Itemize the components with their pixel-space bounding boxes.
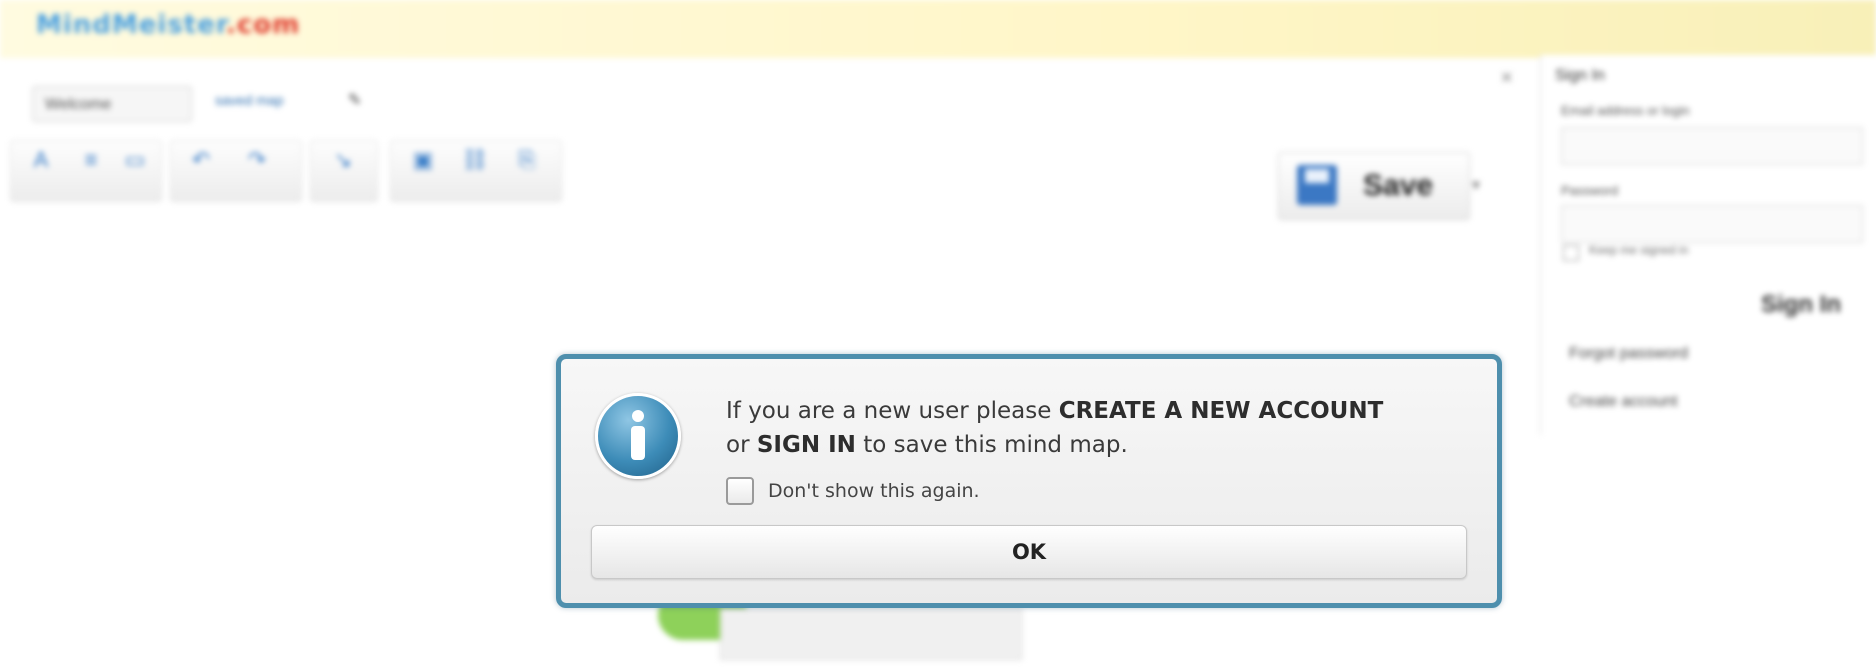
password-field[interactable]: [1561, 205, 1863, 243]
dont-show-again-label: Don't show this again.: [768, 480, 980, 502]
info-icon: [595, 393, 681, 479]
save-label: Save: [1363, 169, 1434, 202]
password-label: Password: [1561, 183, 1619, 198]
remember-label: Keep me signed in: [1589, 243, 1689, 257]
link-icon: ⛓: [461, 147, 489, 172]
connect-button[interactable]: ↘: [323, 147, 363, 173]
info-icon-dot: [632, 410, 644, 422]
size-tool[interactable]: ▭: [115, 147, 155, 173]
format-tool-group: A ≡ ▭: [10, 140, 162, 202]
ok-button[interactable]: OK: [591, 525, 1467, 579]
signin-button[interactable]: Sign In: [1761, 291, 1841, 319]
edit-icon[interactable]: ✎: [348, 90, 361, 110]
connect-tool-group: ↘: [310, 140, 378, 202]
connect-icon: ↘: [333, 147, 353, 172]
dialog-message: If you are a new user please CREATE A NE…: [726, 394, 1383, 462]
document-name-field[interactable]: Welcome: [32, 86, 192, 122]
signin-title: Sign In: [1555, 67, 1605, 84]
icon-tool[interactable]: ▣: [403, 147, 443, 173]
message-line-1: If you are a new user please CREATE A NE…: [726, 398, 1384, 424]
font-tool[interactable]: A: [21, 147, 61, 173]
size-icon: ▭: [124, 147, 146, 172]
close-icon[interactable]: ✕: [1500, 68, 1513, 88]
font-icon: A: [33, 147, 49, 172]
document-meta: saved map: [215, 92, 284, 108]
signin-panel: Sign In Email address or login Password …: [1540, 55, 1876, 435]
attachment-icon: ⎘: [518, 147, 536, 172]
redo-icon: ↷: [247, 147, 267, 172]
email-label: Email address or login: [1561, 103, 1690, 118]
link-tool[interactable]: ⛓: [455, 147, 495, 173]
sign-in-emphasis: SIGN IN: [756, 432, 856, 458]
save-button[interactable]: Save: [1278, 152, 1470, 220]
create-account-emphasis: CREATE A NEW ACCOUNT: [1058, 398, 1384, 424]
style-tool[interactable]: ≡: [71, 147, 111, 173]
app-logo: MindMeister.com: [36, 10, 301, 40]
attach-tool[interactable]: ⎘: [507, 147, 547, 173]
insert-tool-group: ▣ ⛓ ⎘: [390, 140, 562, 202]
save-icon: [1297, 165, 1337, 205]
undo-button[interactable]: ↶: [181, 147, 221, 173]
undo-tool-group: ↶ ↷: [170, 140, 302, 202]
node-toolbar[interactable]: [720, 608, 1022, 660]
redo-button[interactable]: ↷: [237, 147, 277, 173]
undo-icon: ↶: [191, 147, 211, 172]
message-line-2: or SIGN IN to save this mind map.: [726, 432, 1128, 458]
save-prompt-dialog: If you are a new user please CREATE A NE…: [556, 354, 1502, 608]
save-dropdown-icon[interactable]: ▾: [1472, 175, 1480, 195]
dont-show-again-option[interactable]: Don't show this again.: [726, 475, 980, 507]
dont-show-again-checkbox[interactable]: [726, 477, 754, 505]
image-icon: ▣: [412, 147, 434, 172]
forgot-password-link[interactable]: Forgot password: [1569, 345, 1688, 363]
remember-checkbox[interactable]: [1563, 245, 1579, 261]
info-icon-stem: [631, 426, 645, 460]
style-icon: ≡: [84, 147, 98, 172]
create-account-link[interactable]: Create account: [1569, 393, 1678, 411]
email-field[interactable]: [1561, 127, 1863, 165]
